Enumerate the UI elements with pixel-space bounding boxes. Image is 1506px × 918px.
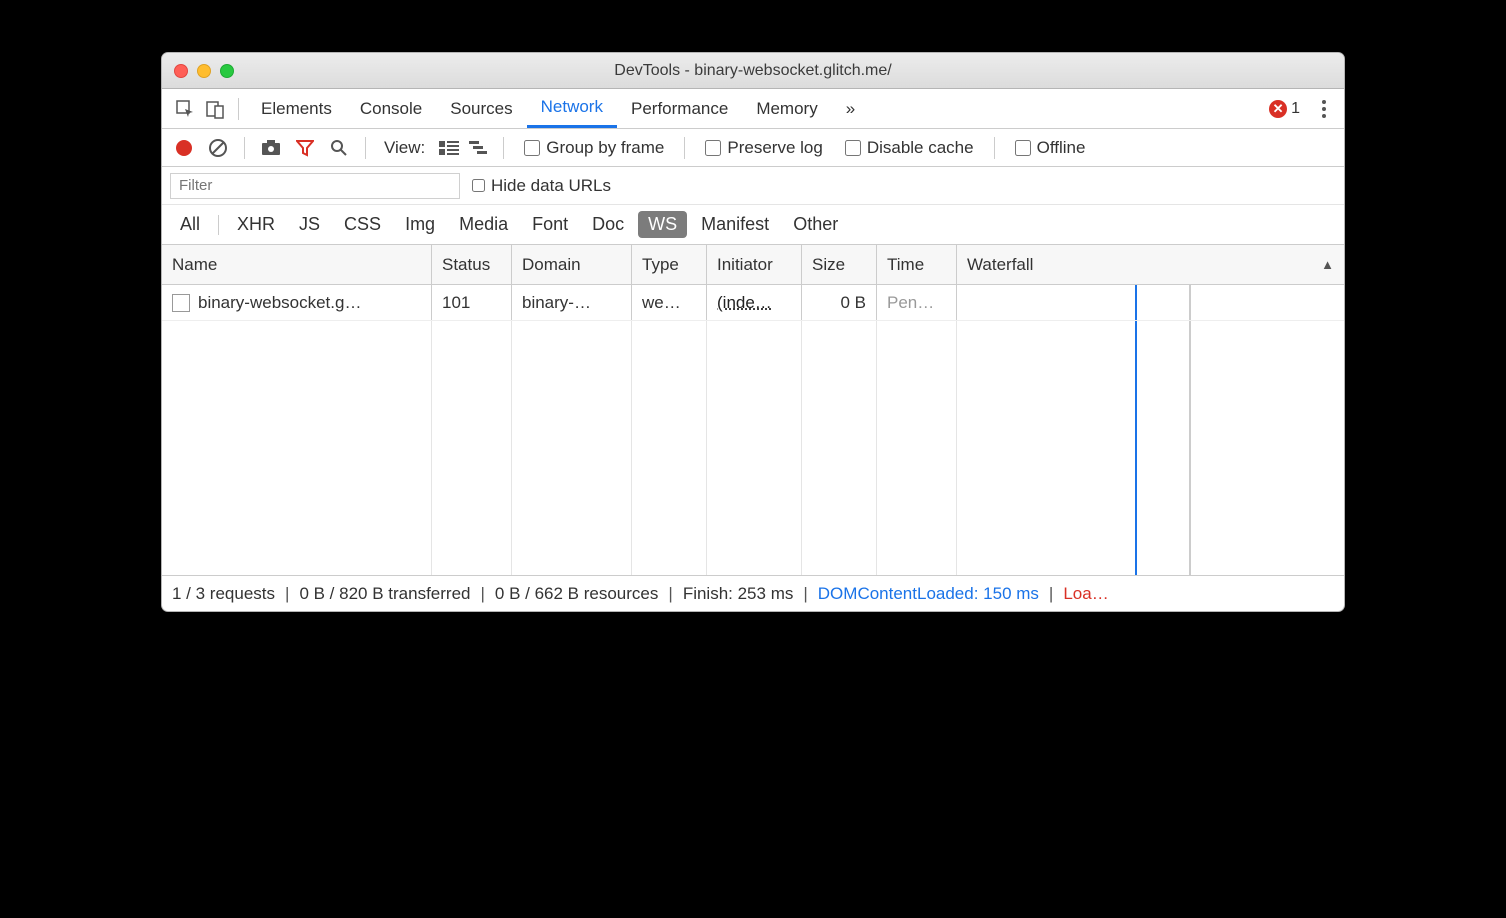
tab-memory[interactable]: Memory — [742, 89, 831, 128]
list-icon — [439, 141, 459, 155]
status-resources: 0 B / 662 B resources — [495, 584, 658, 604]
search-button[interactable] — [325, 134, 353, 162]
column-size[interactable]: Size — [802, 245, 877, 284]
filter-img[interactable]: Img — [395, 211, 445, 238]
column-time[interactable]: Time — [877, 245, 957, 284]
devtools-window: DevTools - binary-websocket.glitch.me/ E… — [161, 52, 1345, 612]
network-table-header: Name Status Domain Type Initiator Size T… — [162, 245, 1344, 285]
tab-performance[interactable]: Performance — [617, 89, 742, 128]
cell-type: we… — [632, 285, 707, 320]
tabs-overflow[interactable]: » — [832, 89, 869, 128]
cell-size: 0 B — [802, 285, 877, 320]
status-finish: Finish: 253 ms — [683, 584, 794, 604]
cell-name: binary-websocket.g… — [162, 285, 432, 320]
status-requests: 1 / 3 requests — [172, 584, 275, 604]
filter-js[interactable]: JS — [289, 211, 330, 238]
filter-other[interactable]: Other — [783, 211, 848, 238]
clear-button[interactable] — [204, 134, 232, 162]
waterfall-view-button[interactable] — [467, 139, 491, 157]
resource-type-filter: All XHR JS CSS Img Media Font Doc WS Man… — [162, 205, 1344, 245]
filter-media[interactable]: Media — [449, 211, 518, 238]
column-domain[interactable]: Domain — [512, 245, 632, 284]
network-table-body: binary-websocket.g… 101 binary-… we… (in… — [162, 285, 1344, 575]
cell-status: 101 — [432, 285, 512, 320]
column-status[interactable]: Status — [432, 245, 512, 284]
table-gridlines — [162, 321, 1344, 575]
status-load: Loa… — [1063, 584, 1108, 604]
status-bar: 1 / 3 requests | 0 B / 820 B transferred… — [162, 575, 1344, 611]
table-row[interactable]: binary-websocket.g… 101 binary-… we… (in… — [162, 285, 1344, 321]
titlebar: DevTools - binary-websocket.glitch.me/ — [162, 53, 1344, 89]
status-domcontentloaded: DOMContentLoaded: 150 ms — [818, 584, 1039, 604]
error-icon: ✕ — [1269, 100, 1287, 118]
column-waterfall[interactable]: Waterfall ▲ — [957, 245, 1344, 284]
file-icon — [172, 294, 190, 312]
cell-time: Pen… — [877, 285, 957, 320]
filter-manifest[interactable]: Manifest — [691, 211, 779, 238]
view-label: View: — [384, 138, 425, 158]
filter-input[interactable] — [170, 173, 460, 199]
error-count-badge[interactable]: ✕ 1 — [1269, 100, 1300, 118]
clear-icon — [208, 138, 228, 158]
main-tabs-bar: Elements Console Sources Network Perform… — [162, 89, 1344, 129]
waterfall-icon — [469, 141, 489, 155]
record-button[interactable] — [170, 134, 198, 162]
search-icon — [330, 139, 348, 157]
waterfall-marker-gray — [1189, 285, 1191, 320]
large-rows-button[interactable] — [437, 139, 461, 157]
cell-domain: binary-… — [512, 285, 632, 320]
network-toolbar: View: Group by frame Preserve log Disabl… — [162, 129, 1344, 167]
filter-all[interactable]: All — [170, 211, 210, 238]
filter-ws[interactable]: WS — [638, 211, 687, 238]
capture-screenshots-button[interactable] — [257, 134, 285, 162]
filter-toggle-button[interactable] — [291, 134, 319, 162]
filter-doc[interactable]: Doc — [582, 211, 634, 238]
tab-network[interactable]: Network — [527, 89, 617, 128]
minimize-window-button[interactable] — [197, 64, 211, 78]
cell-waterfall — [957, 285, 1344, 320]
group-by-frame-checkbox[interactable]: Group by frame — [524, 138, 664, 158]
error-count: 1 — [1291, 100, 1300, 118]
column-initiator[interactable]: Initiator — [707, 245, 802, 284]
tab-sources[interactable]: Sources — [436, 89, 526, 128]
separator — [238, 98, 239, 120]
column-type[interactable]: Type — [632, 245, 707, 284]
cell-initiator[interactable]: (inde… — [707, 285, 802, 320]
settings-menu-icon[interactable] — [1312, 100, 1336, 118]
tab-console[interactable]: Console — [346, 89, 436, 128]
status-transferred: 0 B / 820 B transferred — [299, 584, 470, 604]
waterfall-marker-blue — [1135, 285, 1137, 320]
device-toolbar-icon[interactable] — [200, 94, 230, 124]
funnel-icon — [296, 139, 314, 157]
traffic-lights — [174, 64, 234, 78]
sort-ascending-icon: ▲ — [1321, 257, 1334, 272]
zoom-window-button[interactable] — [220, 64, 234, 78]
preserve-log-checkbox[interactable]: Preserve log — [705, 138, 822, 158]
filter-font[interactable]: Font — [522, 211, 578, 238]
record-icon — [176, 140, 192, 156]
hide-data-urls-checkbox[interactable]: Hide data URLs — [472, 176, 611, 196]
disable-cache-checkbox[interactable]: Disable cache — [845, 138, 974, 158]
column-name[interactable]: Name — [162, 245, 432, 284]
filter-bar: Hide data URLs — [162, 167, 1344, 205]
tab-elements[interactable]: Elements — [247, 89, 346, 128]
close-window-button[interactable] — [174, 64, 188, 78]
filter-xhr[interactable]: XHR — [227, 211, 285, 238]
inspect-element-icon[interactable] — [170, 94, 200, 124]
filter-css[interactable]: CSS — [334, 211, 391, 238]
camera-icon — [261, 140, 281, 156]
window-title: DevTools - binary-websocket.glitch.me/ — [162, 62, 1344, 80]
offline-checkbox[interactable]: Offline — [1015, 138, 1086, 158]
